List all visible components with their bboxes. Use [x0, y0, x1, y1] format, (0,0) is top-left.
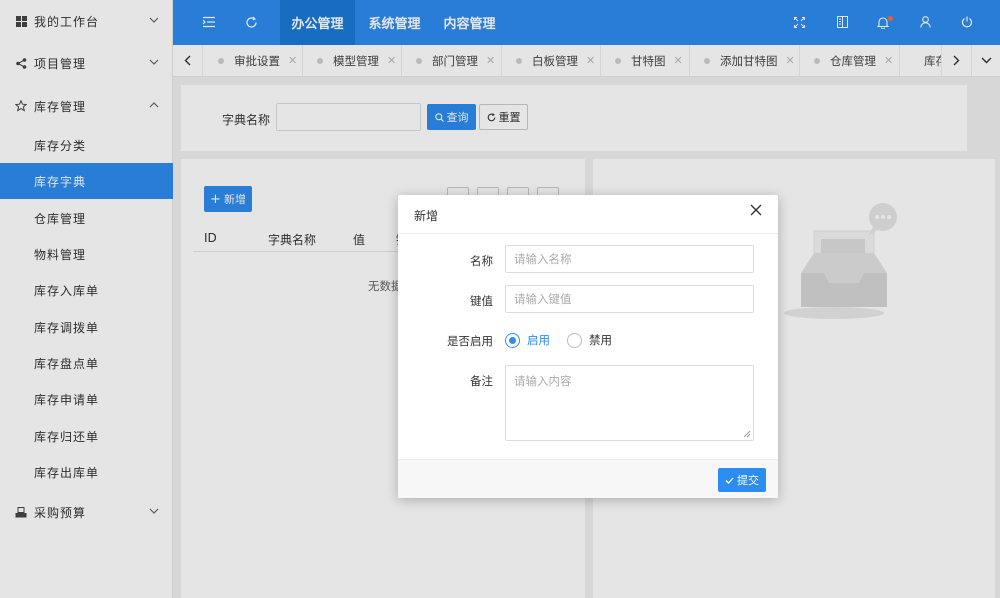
dialog-footer: 提交: [398, 459, 778, 498]
radio-label: 禁用: [589, 333, 612, 347]
remark-textarea[interactable]: 请输入内容: [505, 365, 754, 441]
enabled-off-radio[interactable]: 禁用: [567, 332, 612, 348]
enabled-on-radio[interactable]: 启用: [505, 332, 550, 348]
remark-label: 备注: [470, 374, 493, 388]
key-label: 键值: [470, 294, 493, 308]
radio-circle: [567, 332, 582, 348]
radio-circle: [505, 332, 520, 348]
name-input[interactable]: 请输入名称: [505, 245, 754, 273]
radio-label: 启用: [527, 333, 550, 347]
key-placeholder: 请输入键值: [514, 292, 572, 306]
submit-button[interactable]: 提交: [718, 468, 766, 492]
add-dialog: 新增 名称 请输入名称 键值 请输入键值 是否启用 启用 禁用 备注 请输入内容…: [398, 195, 778, 498]
name-label: 名称: [470, 254, 493, 268]
key-input[interactable]: 请输入键值: [505, 285, 754, 313]
check-icon: [725, 477, 734, 484]
submit-label: 提交: [737, 474, 759, 487]
dialog-title: 新增: [414, 209, 439, 223]
enabled-label: 是否启用: [447, 334, 493, 348]
close-icon[interactable]: [750, 204, 764, 218]
remark-placeholder: 请输入内容: [514, 374, 572, 388]
name-placeholder: 请输入名称: [514, 252, 572, 266]
dialog-header: 新增: [398, 195, 778, 234]
resize-handle-icon[interactable]: [743, 430, 751, 438]
